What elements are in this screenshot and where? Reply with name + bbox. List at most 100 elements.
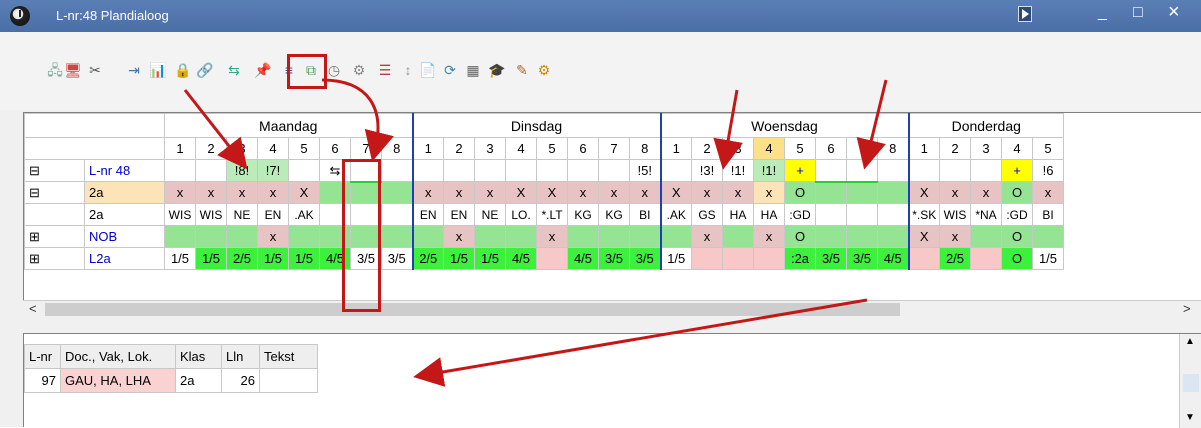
grid-cell[interactable]: O (784, 181, 816, 204)
grid-cell[interactable]: x (195, 181, 227, 204)
grid-cell[interactable] (474, 159, 506, 182)
play-icon[interactable] (1018, 6, 1032, 22)
grid-cell[interactable]: x (257, 225, 289, 248)
row-expander[interactable]: ⊟ (24, 181, 85, 204)
grid-cell[interactable]: .AK (659, 203, 692, 226)
grid-cell[interactable] (877, 159, 909, 182)
chart-icon[interactable]: 📊 (148, 60, 168, 80)
clock-icon[interactable]: ◷ (324, 60, 344, 80)
scroll-down-icon[interactable]: ▼ (1185, 412, 1195, 423)
grid-cell[interactable]: X (659, 181, 692, 204)
grid-cell[interactable]: x (939, 225, 971, 248)
period-header[interactable]: 2 (195, 137, 227, 160)
period-header[interactable]: 1 (164, 137, 196, 160)
period-header[interactable]: 4 (505, 137, 537, 160)
grid-cell[interactable]: X (288, 181, 320, 204)
row-label-room[interactable]: NOB (84, 225, 165, 248)
row-expander[interactable]: ⊟ (24, 159, 85, 182)
grid-cell[interactable] (536, 247, 568, 270)
grid-cell[interactable]: BI (1032, 203, 1064, 226)
paint-icon[interactable]: ✎ (512, 60, 532, 80)
grid-cell[interactable]: X (907, 225, 940, 248)
grid-cell[interactable] (846, 203, 878, 226)
grid-cell[interactable]: LO. (505, 203, 537, 226)
grid-cell[interactable]: + (784, 159, 816, 182)
minimize-button[interactable]: _ (1098, 4, 1107, 22)
period-header[interactable]: 5 (1032, 137, 1064, 160)
grid-cell[interactable]: 3/5 (815, 247, 847, 270)
grid-cell[interactable] (164, 159, 196, 182)
grid-cell[interactable]: EN (257, 203, 289, 226)
settings-icon[interactable]: ⚙ (349, 60, 369, 80)
grid-cell[interactable]: BI (629, 203, 661, 226)
row-label-plain[interactable]: 2a (84, 203, 165, 226)
grid-cell[interactable]: 1/5 (659, 247, 692, 270)
period-header[interactable]: 1 (411, 137, 444, 160)
period-header[interactable]: 2 (939, 137, 971, 160)
lock-icon[interactable]: 🔒 (173, 60, 193, 80)
grid-cell[interactable]: O (1001, 181, 1033, 204)
grid-cell[interactable] (567, 159, 599, 182)
grid-cell[interactable]: NE (226, 203, 258, 226)
row-label-l2a[interactable]: L2a (84, 247, 165, 270)
horizontal-scrollbar[interactable]: < > (23, 300, 1201, 318)
close-button[interactable]: × (1168, 1, 1180, 24)
grid-cell[interactable] (536, 159, 568, 182)
grid-cell[interactable]: x (443, 181, 475, 204)
grad-cap-icon[interactable]: 🎓 (487, 60, 507, 80)
scroll-up-icon[interactable]: ▲ (1185, 336, 1195, 347)
grid-cell[interactable] (970, 247, 1002, 270)
grid-cell[interactable] (846, 181, 878, 204)
period-header[interactable]: 5 (784, 137, 816, 160)
grid-cell[interactable] (815, 159, 847, 183)
grid-cell[interactable] (226, 225, 258, 248)
grid-cell[interactable] (598, 225, 630, 248)
grid-cell[interactable] (659, 225, 692, 248)
grid-cell[interactable]: x (629, 181, 661, 204)
grid-cell[interactable]: 2/5 (411, 247, 444, 270)
refresh-icon[interactable]: ⟳ (440, 60, 460, 80)
grid-cell[interactable]: x (257, 181, 289, 204)
calculator-icon[interactable]: ▦ (463, 60, 483, 80)
period-header[interactable]: 1 (907, 137, 940, 160)
grid-cell[interactable]: 1/5 (195, 247, 227, 270)
period-header[interactable]: 3 (970, 137, 1002, 160)
grid-cell[interactable]: !1! (753, 159, 785, 182)
grid-cell[interactable]: EN (443, 203, 475, 226)
grid-cell[interactable] (815, 225, 847, 248)
period-header[interactable]: 4 (1001, 137, 1033, 160)
cut-icon[interactable]: ✂ (85, 60, 105, 80)
grid-cell[interactable]: x (691, 181, 723, 204)
cell-lln[interactable]: 26 (221, 368, 260, 393)
grid-cell[interactable]: 1/5 (474, 247, 506, 270)
grid-cell[interactable] (907, 247, 940, 270)
grid-cell[interactable] (443, 159, 475, 182)
vertical-scrollbar[interactable]: ▲ ▼ (1179, 334, 1201, 428)
grid-cell[interactable]: x (1032, 181, 1064, 204)
row-expander[interactable]: ⊞ (24, 225, 85, 248)
grid-cell[interactable]: :GD (784, 203, 816, 226)
link-icon[interactable]: 🔗 (195, 60, 215, 80)
row-label-class[interactable]: 2a (84, 181, 165, 204)
cell-klas[interactable]: 2a (175, 368, 222, 393)
transfer-icon[interactable]: ⇆ (224, 60, 244, 80)
grid-cell[interactable] (907, 159, 940, 182)
grid-cell[interactable] (659, 159, 692, 182)
grid-cell[interactable] (970, 225, 1002, 248)
cell-tekst[interactable] (259, 368, 318, 393)
vscroll-thumb[interactable] (1183, 374, 1199, 392)
period-header[interactable]: 8 (381, 137, 413, 160)
grid-cell[interactable]: HA (753, 203, 785, 226)
period-header[interactable]: 7 (846, 137, 878, 160)
grid-cell[interactable]: 1/5 (257, 247, 289, 270)
sort-icon[interactable]: ↕ (398, 60, 418, 80)
grid-cell[interactable]: 1/5 (164, 247, 196, 270)
grid-cell[interactable] (753, 247, 785, 270)
grid-cell[interactable] (288, 225, 320, 248)
grid-cell[interactable] (411, 225, 444, 248)
grid-cell[interactable] (877, 225, 909, 248)
grid-cell[interactable]: O (784, 225, 816, 248)
grid-cell[interactable] (815, 203, 847, 226)
grid-cell[interactable]: x (411, 181, 444, 204)
cell-lnr[interactable]: 97 (24, 368, 61, 393)
